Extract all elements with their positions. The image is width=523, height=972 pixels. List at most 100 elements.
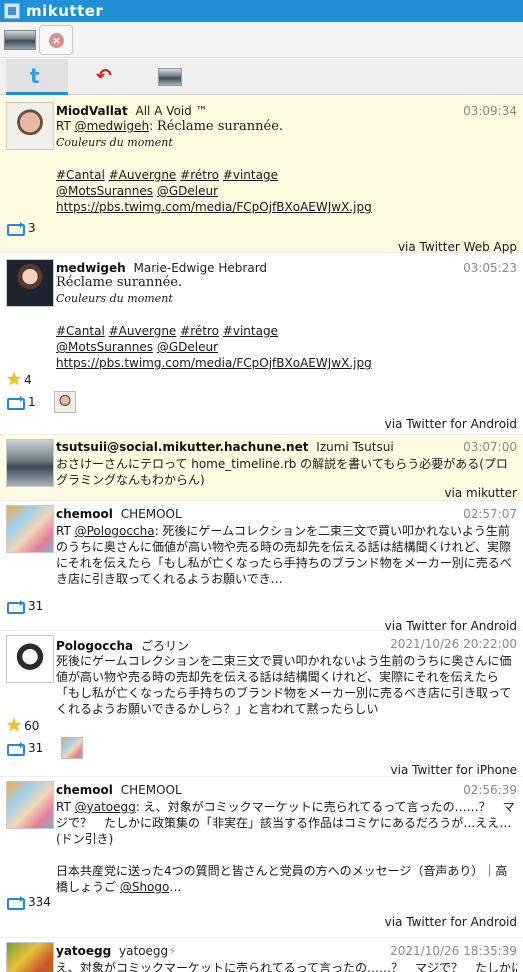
screen-name[interactable]: tsutsuii@social.mikutter.hachune.net (56, 440, 308, 454)
display-name: CHEMOOL (120, 783, 182, 797)
tweet[interactable]: chemool CHEMOOL 02:57:07 RT @Pologoccha:… (0, 501, 523, 633)
retweet-icon (6, 396, 25, 410)
mention-link[interactable]: @MotsSurannes (56, 340, 153, 354)
mention-link[interactable]: @Shogo (120, 880, 170, 894)
retweet-counter[interactable]: 334 (6, 893, 51, 911)
mention-link[interactable]: @Pologoccha (75, 524, 155, 538)
timestamp[interactable]: 03:05:23 (463, 261, 517, 275)
tweet[interactable]: yatoegg yatoegg⚡ 2021/10/26 18:35:39 え、対… (0, 938, 523, 972)
url-link[interactable]: https://pbs.twimg.com/media/FCpOjfBXoAEW… (56, 200, 372, 214)
separator: : (149, 119, 157, 133)
mention-link[interactable]: @MotsSurannes (56, 184, 153, 198)
tweet-line: Couleurs du moment (56, 292, 173, 305)
mention-line: @MotsSurannes @GDeleur (56, 183, 517, 199)
retweet-counter[interactable]: 3 (6, 219, 36, 237)
tweet-body: おさけーさんにテロって home_timeline.rb の解説を書いてもらう必… (56, 457, 508, 487)
timestamp[interactable]: 02:57:07 (463, 507, 517, 521)
hashtag-line: #Cantal #Auvergne #rétro #vintage (56, 167, 517, 183)
display-name: All A Void ™ (135, 104, 208, 118)
account-avatar-icon[interactable] (4, 30, 36, 50)
tab-replies[interactable]: ↶ (72, 59, 134, 95)
retweet-icon (6, 600, 25, 614)
retweet-icon (6, 742, 25, 756)
retweeter-avatar[interactable] (61, 737, 84, 759)
display-name: Marie-Edwige Hebrard (133, 261, 268, 275)
hashtag-link[interactable]: #Cantal (56, 168, 105, 182)
via-source[interactable]: via Twitter for Android (385, 915, 517, 929)
rt-prefix: RT (56, 800, 75, 814)
tweet-body: RT @Pologoccha: 死後にゲームコレクションを二束三文で買い叩かれな… (56, 523, 517, 587)
timestamp[interactable]: 2021/10/26 18:35:39 (390, 944, 517, 958)
hashtag-link[interactable]: #rétro (180, 168, 219, 182)
window-title: mikutter (26, 2, 104, 20)
reply-arrow-icon: ↶ (96, 65, 112, 87)
avatar[interactable] (6, 635, 54, 683)
mention-link[interactable]: @GDeleur (157, 184, 218, 198)
timestamp[interactable]: 03:07:00 (463, 440, 517, 454)
hashtag-line: #Cantal #Auvergne #rétro #vintage (56, 323, 517, 339)
hashtag-link[interactable]: #vintage (223, 168, 278, 182)
url-link[interactable]: https://pbs.twimg.com/media/FCpOjfBXoAEW… (56, 356, 372, 370)
screen-name[interactable]: chemool (56, 783, 113, 797)
hashtag-link[interactable]: #rétro (180, 324, 219, 338)
via-source[interactable]: via Twitter Web App (398, 240, 517, 254)
hashtag-link[interactable]: #vintage (223, 324, 278, 338)
tab-home-timeline[interactable]: t (6, 59, 68, 95)
avatar[interactable] (6, 505, 54, 553)
lightning-icon: ⚡ (168, 944, 177, 958)
tweet-header: yatoegg yatoegg⚡ 2021/10/26 18:35:39 (56, 944, 517, 960)
tweet[interactable]: MiodVallat All A Void ™ 03:09:34 RT @med… (0, 96, 523, 254)
mention-line: @MotsSurannes @GDeleur (56, 339, 517, 355)
account-thumb-icon (158, 68, 182, 86)
screen-name[interactable]: chemool (56, 507, 113, 521)
mention-link[interactable]: @yatoegg (75, 800, 136, 814)
favorite-counter[interactable]: ★ 60 (6, 717, 39, 735)
hashtag-link[interactable]: #Cantal (56, 324, 105, 338)
post-button[interactable]: × (39, 25, 73, 55)
retweeter-avatar[interactable] (53, 391, 76, 413)
display-name: yatoegg (119, 944, 169, 958)
retweet-counter[interactable]: 1 (6, 391, 76, 413)
screen-name[interactable]: medwigeh (56, 261, 126, 275)
tweet[interactable]: tsutsuii@social.mikutter.hachune.net Izu… (0, 435, 523, 501)
retweet-count: 3 (28, 221, 36, 235)
display-name: ごろリン (140, 639, 189, 653)
tweet[interactable]: chemool CHEMOOL 02:56:39 RT @yatoegg: え、… (0, 777, 523, 938)
display-name: CHEMOOL (120, 507, 182, 521)
star-icon: ★ (6, 369, 23, 390)
via-source[interactable]: via Twitter for Android (385, 417, 517, 431)
via-source[interactable]: via mikutter (444, 486, 517, 500)
tab-account[interactable] (138, 59, 200, 95)
favorite-counter[interactable]: ★ 4 (6, 371, 32, 389)
retweet-counter[interactable]: 31 (6, 737, 84, 759)
avatar[interactable] (6, 102, 54, 150)
hashtag-link[interactable]: #Auvergne (109, 324, 177, 338)
tweet-line: 日本共産党に送った4つの質問と皆さんと党員の方へのメッセージ（音声あり）｜高橋し… (56, 863, 517, 895)
screen-name[interactable]: yatoegg (56, 944, 111, 958)
avatar[interactable] (6, 439, 54, 487)
avatar[interactable] (6, 781, 54, 829)
tweet-body: Réclame surannée. Couleurs du moment #Ca… (56, 275, 517, 371)
tweet[interactable]: Pologoccha ごろリン 2021/10/26 20:22:00 死後にゲ… (0, 631, 523, 777)
via-source[interactable]: via Twitter for iPhone (391, 763, 517, 777)
timestamp[interactable]: 02:56:39 (463, 783, 517, 797)
mention-link[interactable]: @medwigeh (75, 119, 149, 133)
screen-name[interactable]: MiodVallat (56, 104, 128, 118)
mention-link[interactable]: @GDeleur (157, 340, 218, 354)
retweet-count: 334 (28, 895, 51, 909)
retweet-count: 1 (28, 395, 36, 409)
twitter-bird-icon: t (30, 64, 40, 88)
display-name: Izumi Tsutsui (316, 440, 394, 454)
favorite-count: 4 (24, 373, 32, 387)
timestamp[interactable]: 03:09:34 (463, 104, 517, 118)
tweet-line: RT @medwigeh: Réclame surannée. (56, 118, 517, 135)
toolbar: × (0, 22, 523, 58)
tweet[interactable]: medwigeh Marie-Edwige Hebrard 03:05:23 R… (0, 253, 523, 435)
timestamp[interactable]: 2021/10/26 20:22:00 (390, 637, 517, 651)
star-icon: ★ (6, 715, 23, 736)
avatar[interactable] (6, 942, 54, 972)
avatar[interactable] (6, 259, 54, 307)
retweet-counter[interactable]: 31 (6, 597, 43, 615)
hashtag-link[interactable]: #Auvergne (109, 168, 177, 182)
screen-name[interactable]: Pologoccha (56, 639, 133, 653)
